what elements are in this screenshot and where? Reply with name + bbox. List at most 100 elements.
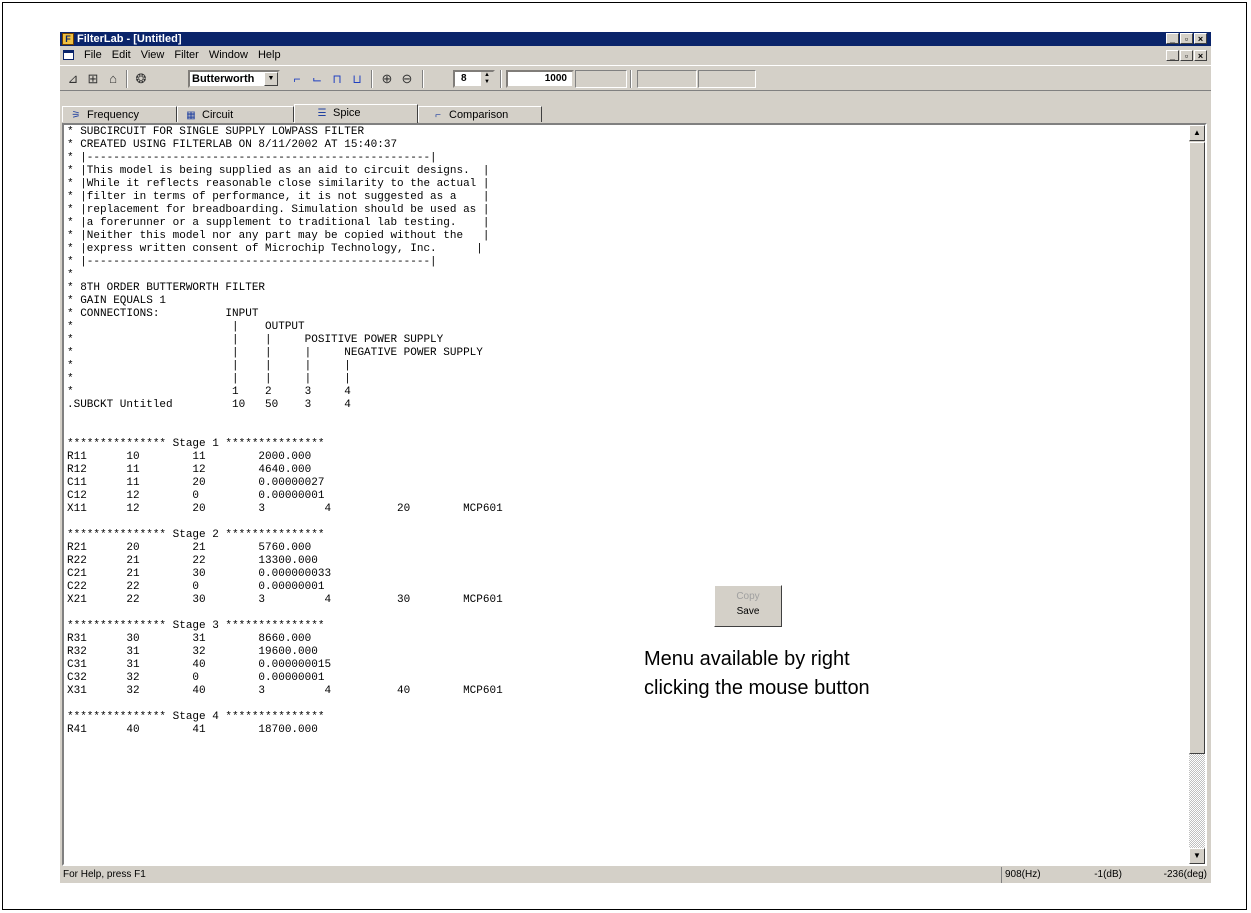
listing-line: R22 21 22 13300.000 [67,555,318,567]
app-window: F FilterLab - [Untitled] _ ▫ × File Edit… [60,32,1211,883]
spin-arrows-icon[interactable]: ▲ ▼ [481,72,493,86]
filter-type-value: Butterworth [192,73,255,85]
highpass-icon[interactable]: ⌙ [308,70,326,88]
param-field-3[interactable] [698,70,756,88]
tab-frequency-label: Frequency [87,109,139,121]
close-button[interactable]: × [1194,33,1207,44]
chevron-down-icon[interactable]: ▼ [264,72,278,86]
app-icon[interactable]: F [62,33,74,45]
listing-line: * | | POSITIVE POWER SUPPLY [67,334,444,346]
listing-line: C22 22 0 0.00000001 [67,581,325,593]
doc-restore-button[interactable]: ▫ [1180,50,1193,61]
menu-edit[interactable]: Edit [107,47,136,64]
minimize-button[interactable]: _ [1166,33,1179,44]
listing-line: * CONNECTIONS: INPUT [67,308,259,320]
status-frequency: 908(Hz) [1001,867,1059,883]
doc-close-button[interactable]: × [1194,50,1207,61]
filter-type-select[interactable]: Butterworth ▼ [188,70,280,88]
listing-line: * |This model is being supplied as an ai… [67,165,490,177]
listing-line: * | | | NEGATIVE POWER SUPPLY [67,347,483,359]
vertical-scrollbar[interactable]: ▲ ▼ [1189,125,1205,864]
listing-line: * [67,269,74,281]
listing-line: * |replacement for breadboarding. Simula… [67,204,490,216]
refresh-icon[interactable]: ❂ [132,70,150,88]
spice-model-icon[interactable]: ⌂ [104,70,122,88]
listing-line: * | OUTPUT [67,321,305,333]
listing-line: * SUBCIRCUIT FOR SINGLE SUPPLY LOWPASS F… [67,126,365,138]
status-gain: -1(dB) [1094,869,1122,880]
listing-line: C21 21 30 0.000000033 [67,568,332,580]
scroll-down-icon[interactable]: ▼ [1189,848,1205,864]
menu-file[interactable]: File [79,47,107,64]
filter-order-value: 8 [461,73,467,84]
status-phase: -236(deg) [1163,869,1207,880]
listing-line: R11 10 11 2000.000 [67,451,312,463]
listing-line [67,425,503,438]
menu-window[interactable]: Window [204,47,253,64]
listing-line: * |filter in terms of performance, it is… [67,191,490,203]
spice-icon: ☰ [317,108,327,119]
listing-line: *************** Stage 3 *************** [67,620,325,632]
listing-line: * |-------------------------------------… [67,152,437,164]
page-frame: F FilterLab - [Untitled] _ ▫ × File Edit… [2,2,1247,910]
frequency-input[interactable]: 1000 [506,70,574,88]
param-field-2[interactable] [637,70,697,88]
restore-button[interactable]: ▫ [1180,33,1193,44]
listing-line: R31 30 31 8660.000 [67,633,312,645]
context-menu-save[interactable]: Save [715,604,781,619]
tab-comparison-label: Comparison [449,109,509,121]
toolbar-separator [630,70,632,88]
document-window-controls: _ ▫ × [1166,50,1207,61]
scrollbar-thumb[interactable] [1189,142,1205,754]
listing-line: * | | | | [67,360,351,372]
listing-line: R41 40 41 18700.000 [67,724,318,736]
listing-line: .SUBCKT Untitled 10 50 3 4 [67,399,351,411]
toolbar-separator [371,70,373,88]
menu-help[interactable]: Help [253,47,286,64]
context-menu-copy[interactable]: Copy [715,589,781,604]
tab-strip: ⚞ Frequency ▦ Circuit ☰ Spice ⌐ Comparison [60,104,1211,123]
document-icon[interactable] [63,50,74,60]
comparison-icon: ⌐ [435,110,441,121]
listing-line: C12 12 0 0.00000001 [67,490,325,502]
menu-filter[interactable]: Filter [169,47,203,64]
toolbar-separator [422,70,424,88]
tab-spice[interactable]: ☰ Spice [294,104,418,123]
zoom-out-icon[interactable]: ⊖ [398,70,416,88]
window-title: FilterLab - [Untitled] [77,33,182,45]
annotation-callout: Menu available by right clicking the mou… [644,648,870,699]
listing-line: X11 12 20 3 4 20 MCP601 [67,503,503,515]
zoom-in-icon[interactable]: ⊕ [378,70,396,88]
listing-line: * 8TH ORDER BUTTERWORTH FILTER [67,282,266,294]
listing-line: X21 22 30 3 4 30 MCP601 [67,594,503,606]
title-bar[interactable]: F FilterLab - [Untitled] _ ▫ × [60,32,1211,46]
lowpass-icon[interactable]: ⌐ [288,70,306,88]
tab-circuit-label: Circuit [202,109,234,121]
param-field-1[interactable] [575,70,627,88]
bandpass-icon[interactable]: ⊓ [328,70,346,88]
listing-line: R12 11 12 4640.000 [67,464,312,476]
listing-line: C31 31 40 0.000000015 [67,659,332,671]
tab-comparison[interactable]: ⌐ Comparison [418,106,542,122]
circuit-icon: ▦ [186,110,196,121]
filter-design-icon[interactable]: ⊿ [64,70,82,88]
doc-minimize-button[interactable]: _ [1166,50,1179,61]
spice-netlist-text[interactable]: * SUBCIRCUIT FOR SINGLE SUPPLY LOWPASS F… [67,126,503,737]
spice-listing-panel[interactable]: * SUBCIRCUIT FOR SINGLE SUPPLY LOWPASS F… [62,123,1207,866]
listing-line [67,698,503,711]
listing-line: *************** Stage 4 *************** [67,711,325,723]
tab-circuit[interactable]: ▦ Circuit [177,106,294,122]
toolbar-separator [126,70,128,88]
listing-line: C32 32 0 0.00000001 [67,672,325,684]
menu-view[interactable]: View [136,47,170,64]
filter-order-stepper[interactable]: 8 ▲ ▼ [453,70,495,88]
listing-line: * |-------------------------------------… [67,256,437,268]
listing-line: * |express written consent of Microchip … [67,243,483,255]
circuit-design-icon[interactable]: ⊞ [84,70,102,88]
tab-frequency[interactable]: ⚞ Frequency [62,106,177,122]
bandstop-icon[interactable]: ⊔ [348,70,366,88]
scrollbar-track[interactable] [1189,754,1205,848]
listing-line: * GAIN EQUALS 1 [67,295,167,307]
scroll-up-icon[interactable]: ▲ [1189,125,1205,141]
listing-line: C11 11 20 0.00000027 [67,477,325,489]
